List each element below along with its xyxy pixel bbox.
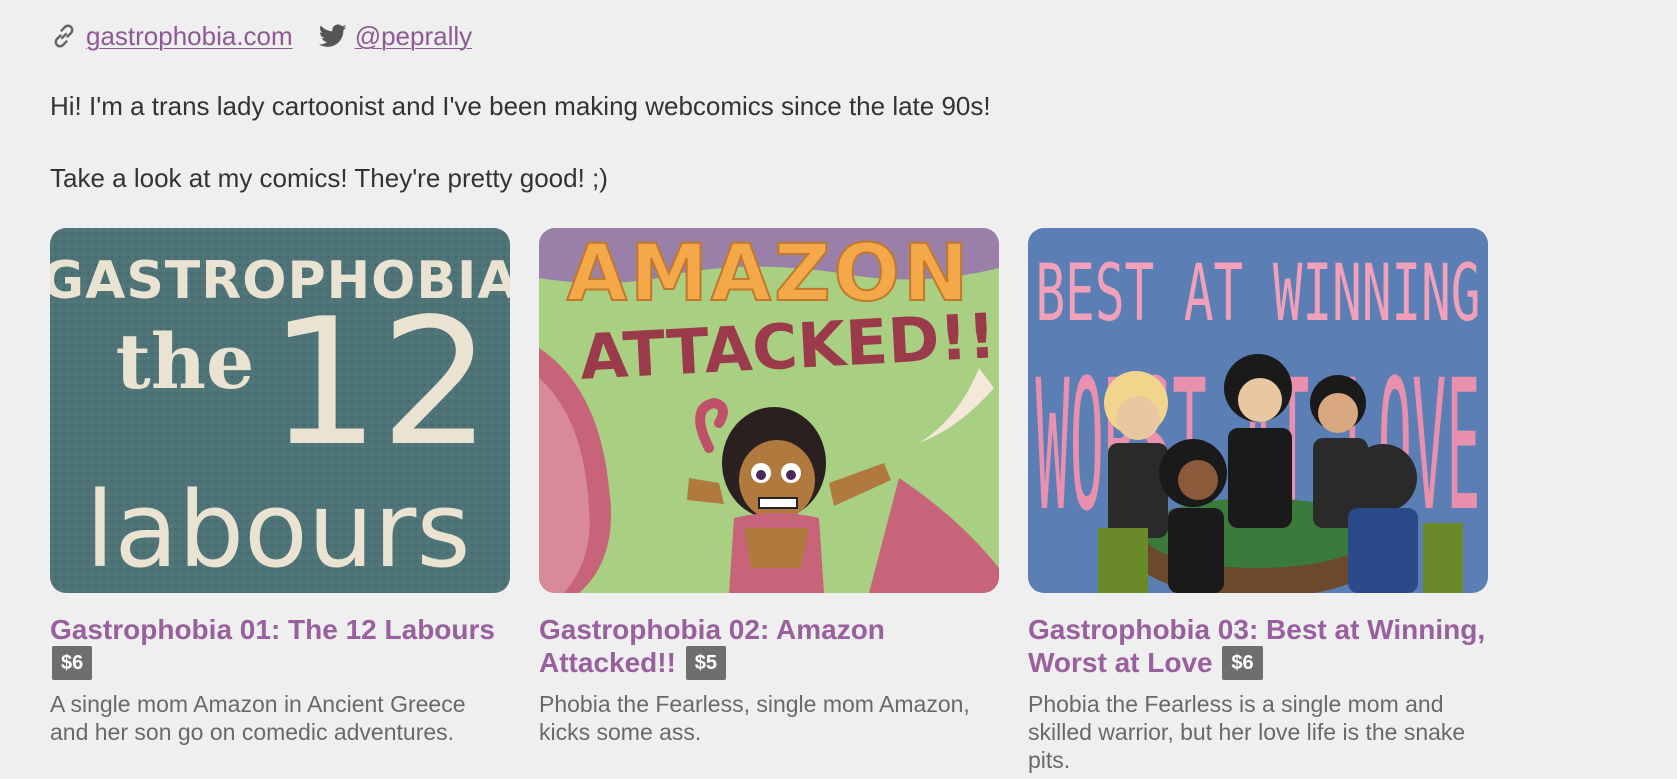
link-icon <box>50 22 78 50</box>
comic-title-2: Gastrophobia 02: Amazon Attacked!! $5 <box>539 613 999 680</box>
comic-cover-3[interactable]: BEST AT WINNING WORST AT LOVE <box>1028 228 1488 593</box>
twitter-link-group: @peprally <box>318 21 472 52</box>
cover-1-text-labours: labours <box>85 469 470 591</box>
comic-card-1: GASTROPHOBIA the 12 labours Gastrophobia… <box>50 228 510 746</box>
cover-1-text-12: 12 <box>269 282 492 485</box>
price-badge-3: $6 <box>1222 645 1263 680</box>
comic-card-2: AMAZON ATTACKED!! Gastrophobia 02: Amazo… <box>539 228 999 746</box>
comic-title-link-1[interactable]: Gastrophobia 01: The 12 Labours <box>50 614 495 645</box>
website-link-group: gastrophobia.com <box>50 21 293 52</box>
profile-links: gastrophobia.com @peprally <box>50 18 472 54</box>
comic-title-3: Gastrophobia 03: Best at Winning, Worst … <box>1028 613 1488 680</box>
price-badge-2: $5 <box>685 645 726 680</box>
website-link[interactable]: gastrophobia.com <box>86 21 293 52</box>
price-badge-1: $6 <box>52 645 93 680</box>
comic-title-1: Gastrophobia 01: The 12 Labours $6 <box>50 613 510 680</box>
cover-3-text-best-at-winning: BEST AT WINNING <box>1036 249 1481 339</box>
bio-line-1: Hi! I'm a trans lady cartoonist and I've… <box>50 91 991 121</box>
twitter-link[interactable]: @peprally <box>355 21 472 52</box>
twitter-icon <box>318 24 347 48</box>
cover-image-amazon-attacked: AMAZON ATTACKED!! <box>539 228 999 593</box>
comic-cover-1[interactable]: GASTROPHOBIA the 12 labours <box>50 228 510 593</box>
bio: Hi! I'm a trans lady cartoonist and I've… <box>50 88 1250 196</box>
cover-1-text-the: the <box>116 317 255 406</box>
comic-cover-2[interactable]: AMAZON ATTACKED!! <box>539 228 999 593</box>
bio-line-2: Take a look at my comics! They're pretty… <box>50 163 608 193</box>
cover-image-12-labours: GASTROPHOBIA the 12 labours <box>50 228 510 593</box>
comic-description-3: Phobia the Fearless is a single mom and … <box>1028 690 1466 773</box>
cover-image-best-at-winning: BEST AT WINNING WORST AT LOVE <box>1028 228 1488 593</box>
comic-card-3: BEST AT WINNING WORST AT LOVE Gastrophob… <box>1028 228 1488 774</box>
comic-description-2: Phobia the Fearless, single mom Amazon, … <box>539 690 970 745</box>
comic-description-1: A single mom Amazon in Ancient Greece an… <box>50 690 466 745</box>
